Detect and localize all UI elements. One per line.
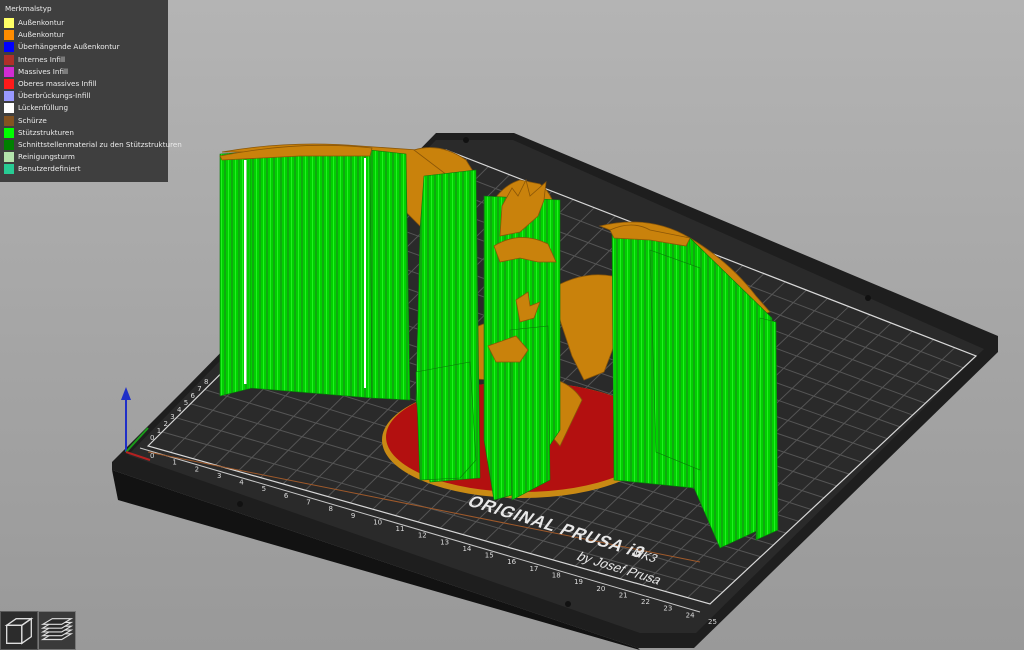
- legend-swatch: [4, 139, 14, 150]
- bed-front-tick: 22: [641, 598, 650, 606]
- bed-front-tick: 10: [373, 518, 382, 526]
- bed-left-tick: 2: [164, 420, 168, 428]
- legend-item: Internes Infill: [4, 54, 164, 66]
- legend-label: Reinigungsturm: [18, 152, 75, 162]
- legend-label: Schürze: [18, 115, 47, 125]
- legend-swatch: [4, 164, 14, 175]
- bed-front-tick: 21: [619, 591, 628, 599]
- bed-front-tick: 12: [418, 532, 427, 540]
- legend-swatch: [4, 30, 14, 41]
- bed-left-tick: 6: [191, 392, 196, 400]
- legend-swatch: [4, 79, 14, 90]
- bed-front-tick: 19: [574, 578, 583, 586]
- bed-front-tick: 2: [195, 465, 199, 473]
- legend-item: Überbrückungs-Infill: [4, 90, 164, 102]
- bed-left-tick: 1: [157, 427, 161, 435]
- legend-item: Außenkontur: [4, 17, 164, 29]
- legend-swatch: [4, 115, 14, 126]
- legend-swatch: [4, 54, 14, 65]
- bed-front-tick: 24: [686, 611, 695, 619]
- bed-front-tick: 23: [663, 605, 672, 613]
- legend-label: Oberes massives Infill: [18, 79, 97, 89]
- bed-front-tick: 3: [217, 472, 221, 480]
- legend-label: Lückenfüllung: [18, 103, 69, 113]
- bed-front-tick: 15: [485, 552, 494, 560]
- legend-label: Außenkontur: [18, 30, 65, 40]
- bed-left-tick: 3: [170, 413, 174, 421]
- bed-front-tick: 9: [351, 512, 355, 520]
- legend-items: Außenkontur Außenkontur Überhängende Außen…: [4, 17, 182, 175]
- legend-swatch: [4, 18, 14, 29]
- legend-item: Stützstrukturen: [4, 127, 164, 139]
- bed-left-tick: 7: [197, 385, 201, 393]
- feature-type-legend: Merkmalstyp Außenkontur Außenkontur Überhä…: [0, 0, 182, 182]
- 3d-view-button[interactable]: [0, 611, 38, 650]
- legend-swatch: [4, 91, 14, 102]
- legend-item: Außenkontur: [4, 29, 164, 41]
- legend-item: Schnittstellenmaterial zu den Stützstruk…: [4, 139, 182, 151]
- bed-left-tick: 5: [184, 399, 188, 407]
- legend-item: Massives Infill: [4, 66, 164, 78]
- layers-icon: [40, 618, 74, 641]
- legend-title: Merkmalstyp: [5, 4, 52, 13]
- bed-front-tick: 4: [239, 479, 244, 487]
- legend-swatch: [4, 103, 14, 114]
- legend-label: Außenkontur: [18, 18, 65, 28]
- bed-front-tick: 14: [462, 545, 471, 553]
- bed-front-tick: 8: [329, 505, 333, 513]
- bed-front-tick: 7: [306, 498, 310, 506]
- legend-label: Schnittstellenmaterial zu den Stützstruk…: [18, 139, 182, 149]
- legend-swatch: [4, 152, 14, 163]
- bed-front-tick: 0: [150, 452, 154, 460]
- bed-front-tick: 6: [284, 492, 289, 500]
- bed-left-tick: 0: [150, 434, 154, 442]
- legend-label: Benutzerdefiniert: [18, 164, 81, 174]
- layer-view-button[interactable]: [38, 611, 76, 650]
- legend-label: Überhängende Außenkontur: [18, 42, 120, 52]
- bed-front-tick: 18: [552, 572, 561, 580]
- legend-swatch: [4, 66, 14, 77]
- cube-icon: [4, 617, 34, 645]
- bed-front-tick: 11: [396, 525, 405, 533]
- legend-item: Reinigungsturm: [4, 151, 164, 163]
- legend-label: Überbrückungs-Infill: [18, 91, 91, 101]
- legend-item: Überhängende Außenkontur: [4, 41, 164, 53]
- legend-swatch: [4, 42, 14, 53]
- legend-swatch: [4, 127, 14, 138]
- bed-left-tick: 8: [204, 378, 208, 386]
- bed-left-tick: 4: [177, 406, 182, 414]
- legend-item: Lückenfüllung: [4, 102, 164, 114]
- legend-label: Internes Infill: [18, 54, 65, 64]
- legend-item: Schürze: [4, 115, 164, 127]
- legend-item: Oberes massives Infill: [4, 78, 164, 90]
- bed-front-tick: 13: [440, 538, 449, 546]
- bed-front-tick: 25: [708, 618, 717, 626]
- legend-label: Stützstrukturen: [18, 127, 74, 137]
- bed-front-tick: 20: [596, 585, 605, 593]
- bed-front-tick: 5: [262, 485, 266, 493]
- legend-item: Benutzerdefiniert: [4, 163, 164, 175]
- legend-label: Massives Infill: [18, 66, 68, 76]
- bed-front-tick: 1: [172, 459, 176, 467]
- bed-front-tick: 17: [529, 565, 538, 573]
- bed-front-tick: 16: [507, 558, 516, 566]
